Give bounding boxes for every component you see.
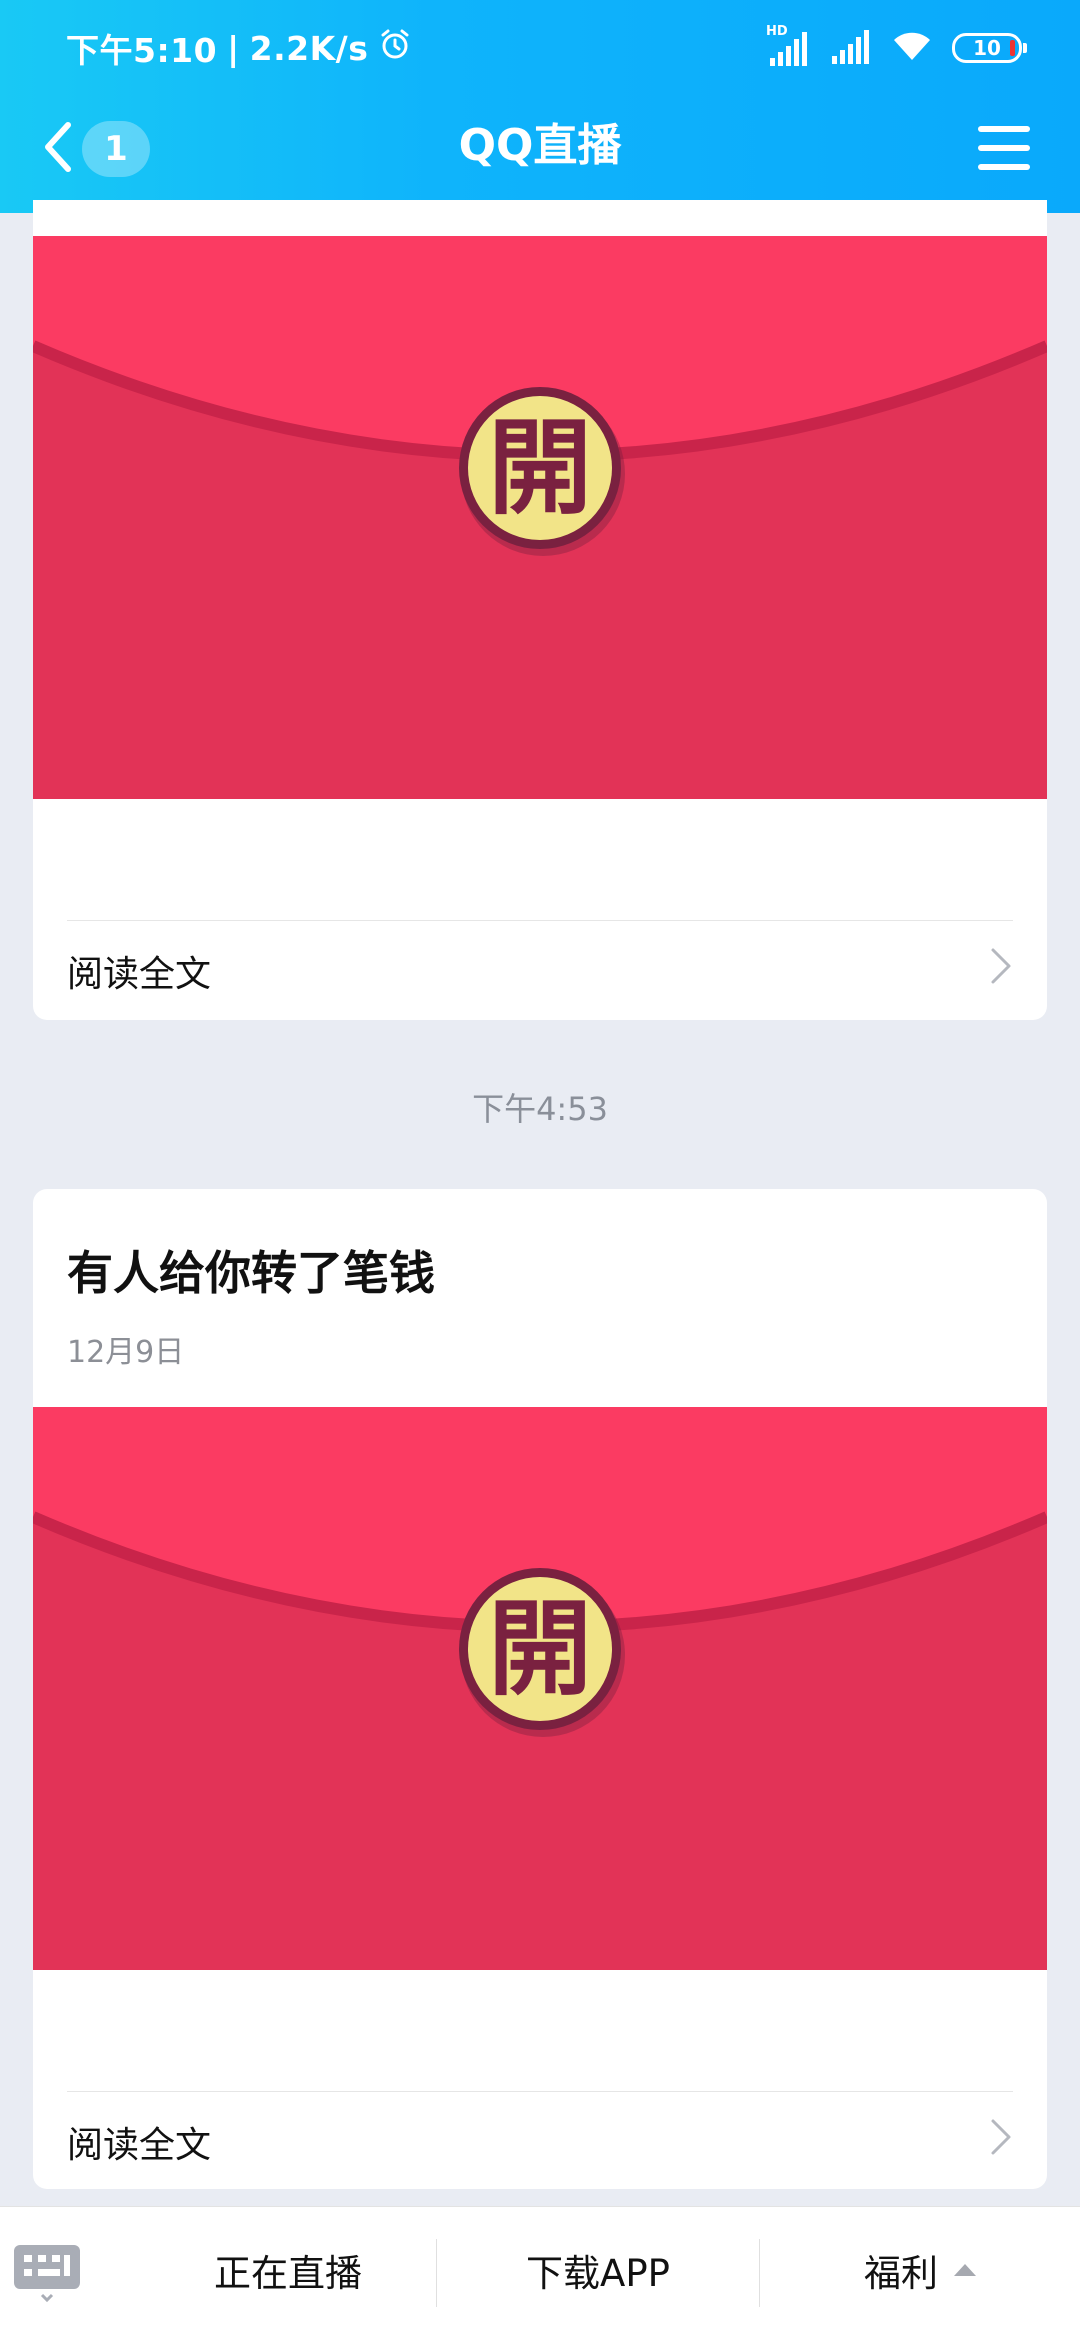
menu-icon [978, 126, 1030, 170]
back-button[interactable]: 1 [40, 114, 150, 184]
red-envelope-graphic: 開 [33, 236, 1047, 799]
read-more-label: 阅读全文 [67, 953, 212, 995]
status-time: 下午5:10 [66, 31, 218, 70]
status-bar: 下午5:10 | 2.2K/s HD 10 [0, 0, 1080, 96]
envelope-glyph: 開 [488, 1587, 592, 1710]
battery-level: 10 [973, 36, 1001, 60]
page-title: QQ直播 [458, 120, 622, 171]
wifi-icon [890, 28, 934, 68]
tab-label: 福利 [864, 2252, 938, 2295]
network-speed: 2.2K/s [249, 28, 369, 68]
unread-count-badge: 1 [82, 121, 150, 177]
tab-welfare[interactable]: 福利 [760, 2235, 1080, 2305]
chevron-right-icon [989, 946, 1013, 995]
red-envelope-image[interactable]: 開 [33, 1407, 1047, 1970]
read-more-link[interactable]: 阅读全文 [67, 2091, 1013, 2189]
message-card[interactable]: 有人给你转了笔钱 12月9日 開 阅读全文 [33, 1189, 1047, 2189]
battery-icon: 10 [952, 33, 1027, 63]
status-right: HD 10 [766, 24, 1027, 70]
alarm-icon [378, 27, 412, 69]
card-title: 有人给你转了笔钱 [67, 1246, 435, 1300]
keyboard-icon [14, 2245, 80, 2303]
nav-bar: 1 QQ直播 [0, 96, 1080, 213]
keyboard-toggle-button[interactable] [12, 2243, 82, 2303]
card-date: 12月9日 [67, 1335, 185, 1370]
menu-button[interactable] [972, 116, 1036, 180]
red-envelope-graphic: 開 [33, 1407, 1047, 1970]
hd-signal-icon: HD [766, 24, 810, 68]
tab-label: 下载APP [526, 2252, 670, 2295]
tab-live-now[interactable]: 正在直播 [140, 2235, 436, 2305]
message-card[interactable]: 開 阅读全文 [33, 200, 1047, 1020]
time-separator: 下午4:53 [472, 1090, 608, 1128]
tab-download-app[interactable]: 下载APP [437, 2235, 759, 2305]
tab-label: 正在直播 [214, 2252, 362, 2295]
triangle-up-icon [954, 2264, 976, 2276]
read-more-label: 阅读全文 [67, 2124, 212, 2166]
signal-icon [828, 26, 872, 70]
battery-low-indicator [1010, 40, 1015, 56]
chevron-left-icon [40, 117, 76, 181]
red-envelope-image[interactable]: 開 [33, 236, 1047, 799]
app-header: 下午5:10 | 2.2K/s HD 10 1 QQ直播 [0, 0, 1080, 213]
read-more-link[interactable]: 阅读全文 [67, 920, 1013, 1020]
envelope-glyph: 開 [488, 406, 592, 529]
bottom-menu-bar: 正在直播 下载APP 福利 [0, 2206, 1080, 2340]
status-left: 下午5:10 | 2.2K/s [66, 26, 412, 70]
status-separator: | [227, 28, 240, 68]
chevron-right-icon [989, 2117, 1013, 2166]
